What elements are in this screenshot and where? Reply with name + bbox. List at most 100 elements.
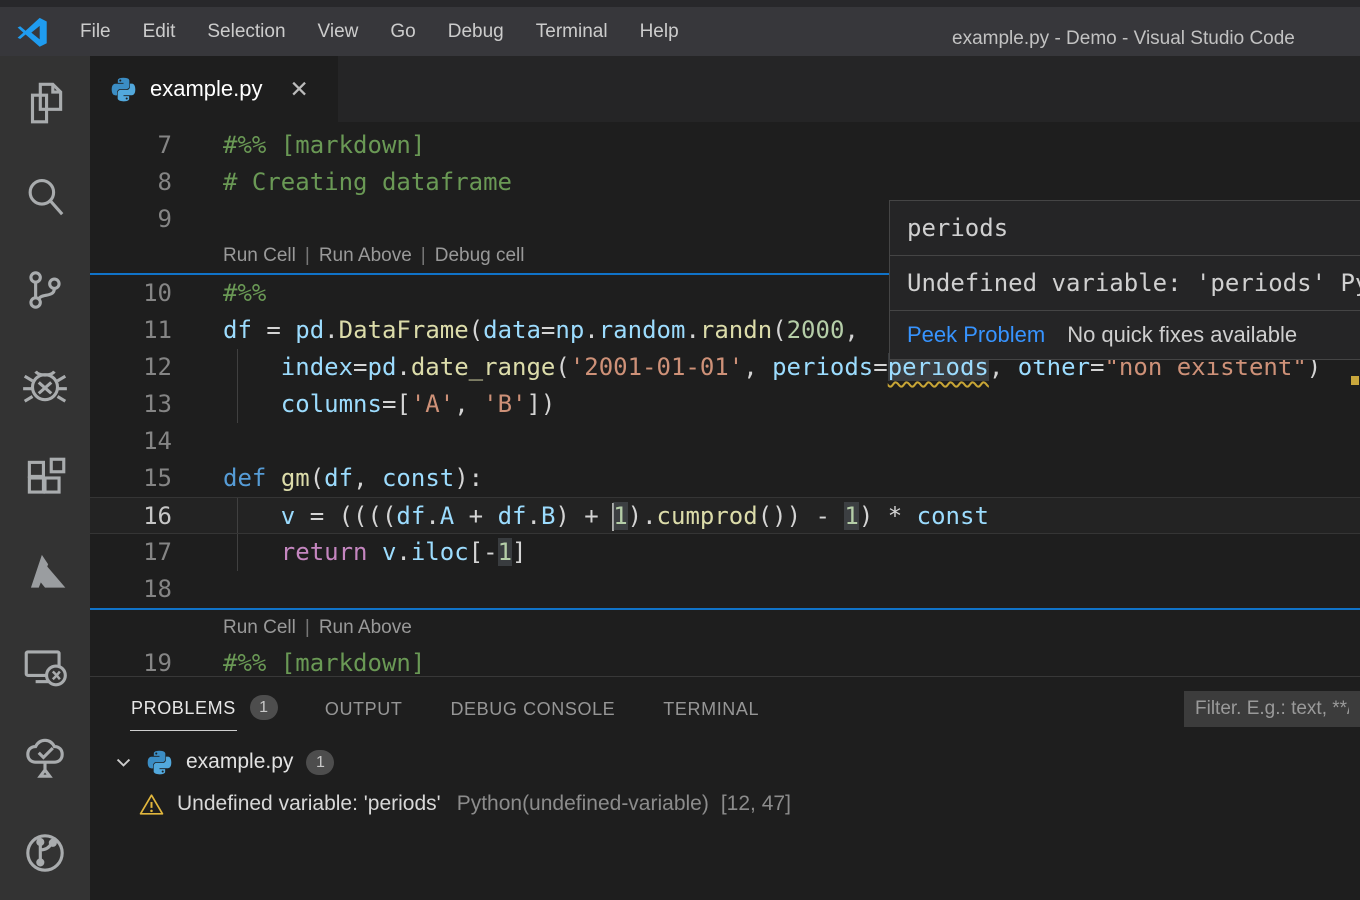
codelens-links: Run Cell|Run Above|Debug cell (223, 238, 525, 274)
code-line-19[interactable]: 19#%% [markdown] (90, 645, 1360, 676)
hover-actions: Peek Problem No quick fixes available (890, 311, 1360, 359)
problem-message: Undefined variable: 'periods' (177, 792, 441, 816)
codelens-link-run-above[interactable]: Run Above (319, 245, 412, 266)
peek-problem-link[interactable]: Peek Problem (907, 322, 1045, 348)
code-line-18[interactable]: 18 (90, 571, 1360, 608)
code-token: . (584, 316, 598, 344)
activity-bar (0, 56, 90, 900)
problems-filter-input[interactable] (1184, 691, 1360, 727)
code-token: 1 (498, 538, 512, 566)
code-token: columns (281, 390, 382, 418)
codelens-row[interactable]: Run Cell|Run Above (90, 608, 1360, 645)
code-token: = (252, 316, 295, 344)
code-line-16[interactable]: 16 v = ((((df.A + df.B) + 1).cumprod()) … (90, 497, 1360, 534)
test-explorer-icon[interactable] (0, 712, 90, 806)
code-text: v = ((((df.A + df.B) + 1).cumprod()) - 1… (223, 498, 989, 534)
code-line-17[interactable]: 17 return v.iloc[-1] (90, 534, 1360, 571)
code-token: cumprod (657, 502, 758, 530)
code-line-15[interactable]: 15def gm(df, const): (90, 460, 1360, 497)
menu-file[interactable]: File (64, 7, 127, 56)
line-number: 15 (90, 460, 172, 496)
line-number: 7 (90, 127, 172, 163)
menu-help[interactable]: Help (624, 7, 695, 56)
codelens-link-debug-cell[interactable]: Debug cell (435, 245, 525, 266)
menu-bar: FileEditSelectionViewGoDebugTerminalHelp (64, 7, 695, 56)
indent-guide (237, 498, 238, 533)
code-line-13[interactable]: 13 columns=['A', 'B']) (90, 386, 1360, 423)
menu-edit[interactable]: Edit (127, 7, 192, 56)
problems-file-label: example.py (186, 750, 293, 774)
code-token: randn (700, 316, 772, 344)
code-token: . (526, 502, 540, 530)
code-token: [- (469, 538, 498, 566)
code-token: df (223, 316, 252, 344)
warning-icon (138, 791, 165, 818)
menu-go[interactable]: Go (374, 7, 431, 56)
panel-tab-label: DEBUG CONSOLE (449, 684, 616, 731)
code-token (223, 390, 281, 418)
line-number: 9 (90, 201, 172, 237)
codelens-link-run-above[interactable]: Run Above (319, 617, 412, 638)
code-token: index (281, 353, 353, 381)
code-line-14[interactable]: 14 (90, 423, 1360, 460)
tab-close-icon[interactable]: ✕ (290, 76, 309, 103)
debug-icon[interactable] (0, 337, 90, 431)
explorer-icon[interactable] (0, 56, 90, 150)
menu-terminal[interactable]: Terminal (520, 7, 624, 56)
code-token: , (844, 316, 873, 344)
code-token: . (396, 353, 410, 381)
menu-debug[interactable]: Debug (432, 7, 520, 56)
codelens-link-run-cell[interactable]: Run Cell (223, 617, 296, 638)
code-text: return v.iloc[-1] (223, 534, 526, 570)
menu-selection[interactable]: Selection (191, 7, 301, 56)
remote-explorer-icon[interactable] (0, 619, 90, 713)
source-control-icon[interactable] (0, 244, 90, 338)
code-token: #%% (223, 279, 266, 307)
chevron-down-icon (114, 753, 133, 772)
menu-view[interactable]: View (302, 7, 375, 56)
code-token: ( (469, 316, 483, 344)
code-token: . (425, 502, 439, 530)
code-text: columns=['A', 'B']) (223, 386, 555, 422)
code-token: + (454, 502, 497, 530)
search-icon[interactable] (0, 150, 90, 244)
code-token: = (353, 353, 367, 381)
panel-tab-output[interactable]: OUTPUT (324, 684, 404, 731)
code-token: . (324, 316, 338, 344)
code-token: def (223, 464, 266, 492)
azure-icon[interactable] (0, 525, 90, 619)
line-number: 11 (90, 312, 172, 348)
code-token: A (440, 502, 454, 530)
code-token: , (743, 353, 772, 381)
panel-tab-debug-console[interactable]: DEBUG CONSOLE (449, 684, 616, 731)
tab-example-py[interactable]: example.py ✕ (90, 56, 338, 122)
code-token (223, 538, 281, 566)
problems-file-row[interactable]: example.py 1 (90, 741, 1360, 783)
code-token: const (382, 464, 454, 492)
code-text: #%% [markdown] (223, 645, 425, 676)
code-token (368, 538, 382, 566)
code-line-7[interactable]: 7#%% [markdown] (90, 127, 1360, 164)
code-text: # Creating dataframe (223, 164, 512, 200)
hover-tooltip: periods Undefined variable: 'periods' Py… (889, 200, 1360, 360)
problems-file-badge: 1 (306, 750, 334, 775)
code-line-8[interactable]: 8# Creating dataframe (90, 164, 1360, 201)
code-token: np (555, 316, 584, 344)
circle-branch-icon[interactable] (0, 806, 90, 900)
code-token (266, 464, 280, 492)
panel-tab-problems[interactable]: PROBLEMS1 (130, 683, 278, 731)
code-token: 'B' (483, 390, 526, 418)
extensions-icon[interactable] (0, 431, 90, 525)
code-token: # Creating dataframe (223, 168, 512, 196)
code-token: = (541, 316, 555, 344)
problem-row[interactable]: Undefined variable: 'periods' Python(und… (90, 783, 1360, 825)
panel-tab-terminal[interactable]: TERMINAL (662, 684, 760, 731)
title-bar: FileEditSelectionViewGoDebugTerminalHelp… (0, 0, 1360, 56)
problem-position: [12, 47] (721, 792, 791, 816)
indent-guide (237, 534, 238, 571)
code-token: , (454, 390, 483, 418)
line-number: 12 (90, 349, 172, 385)
codelens-link-run-cell[interactable]: Run Cell (223, 245, 296, 266)
codelens-separator: | (296, 245, 319, 266)
code-token: ()) - (758, 502, 845, 530)
